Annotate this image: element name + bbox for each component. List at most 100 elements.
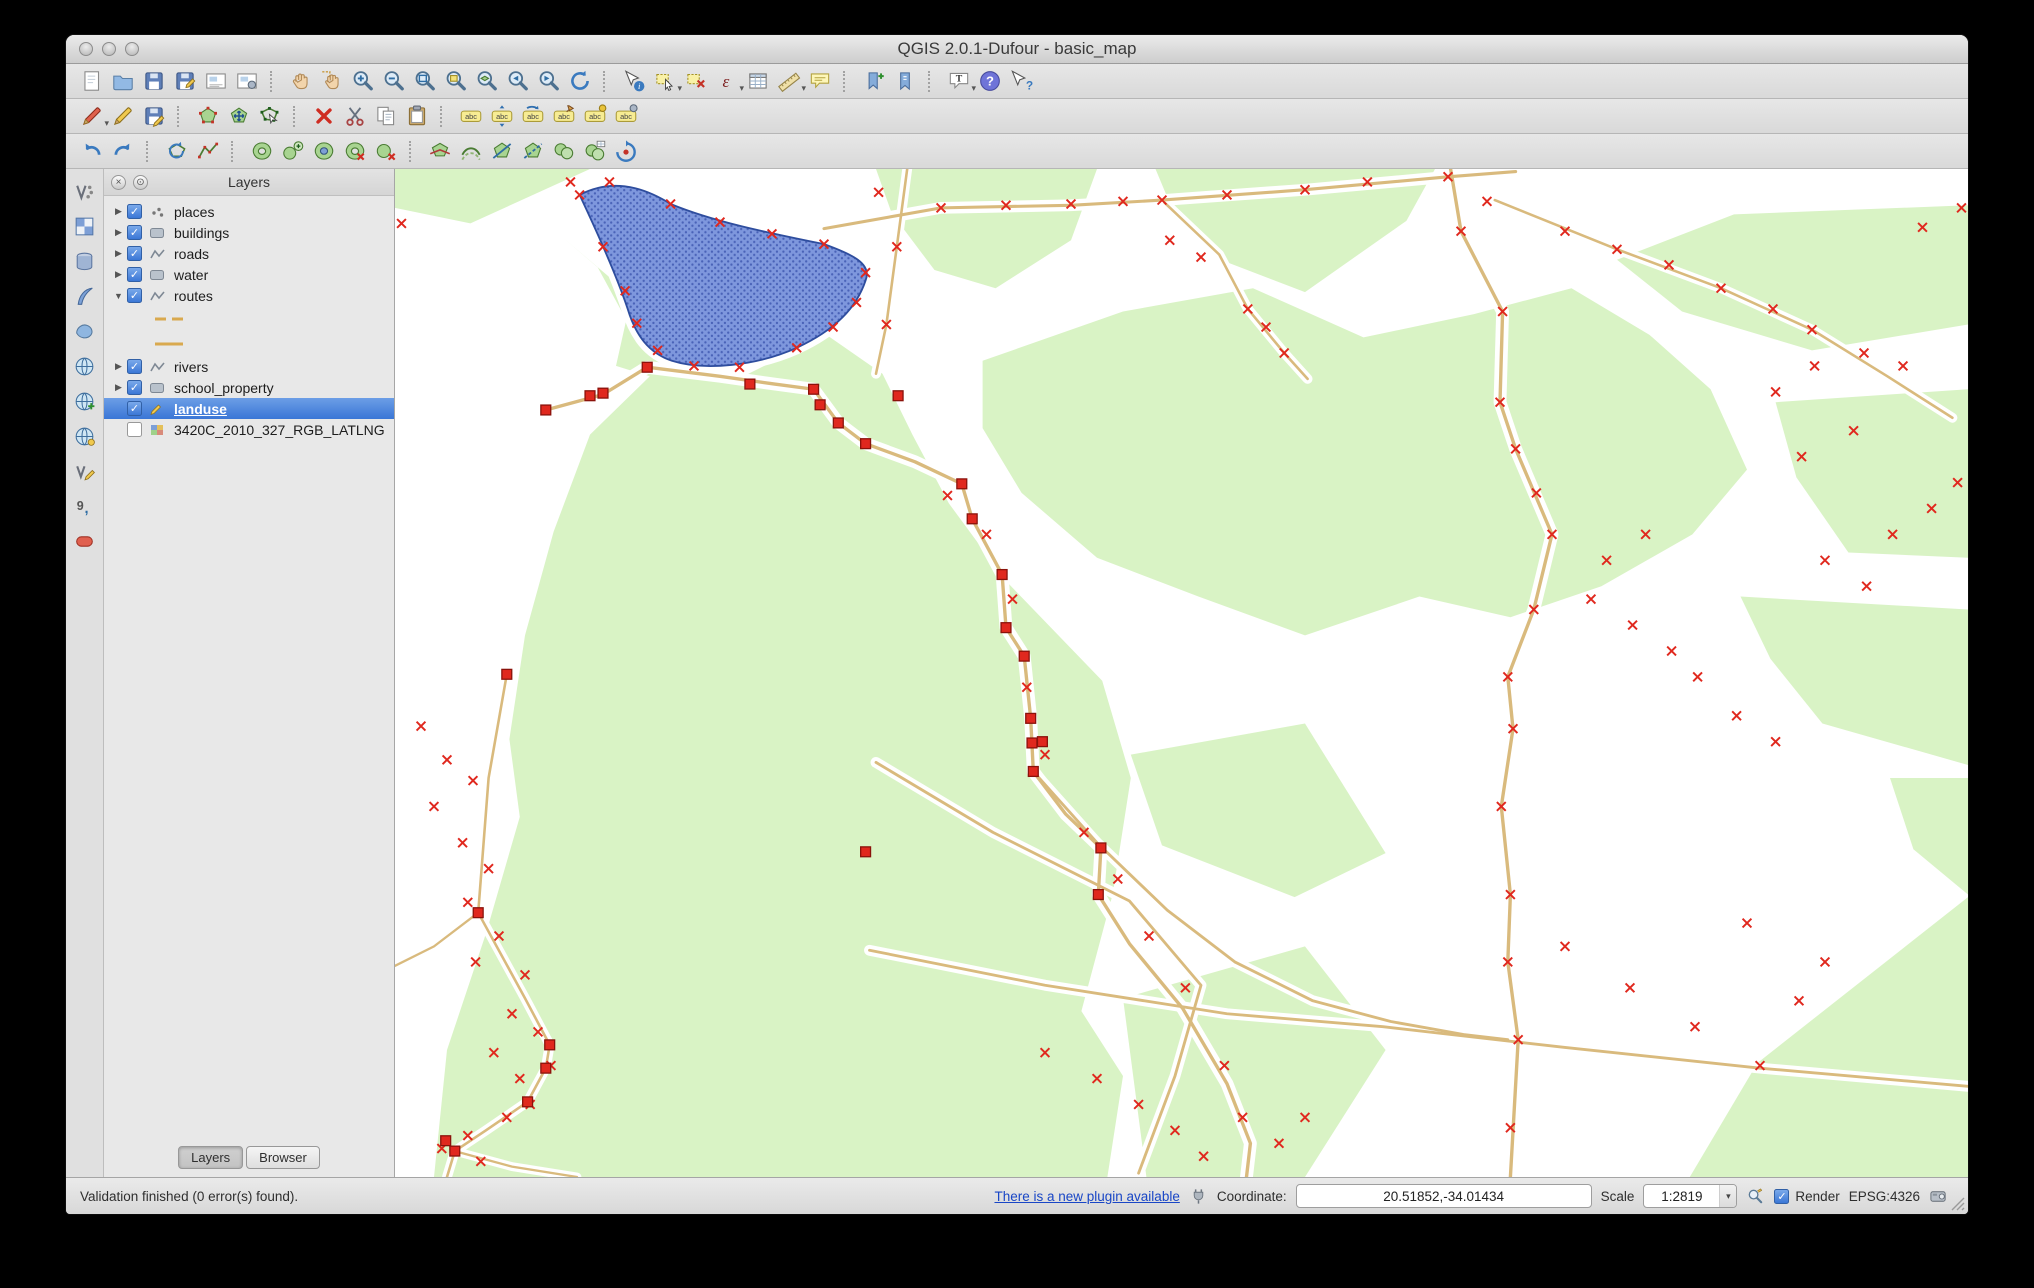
zoom-next-button[interactable] (533, 67, 564, 96)
delete-part-button[interactable] (370, 137, 401, 166)
layer-item-buildings[interactable]: ▶ ✓ buildings (104, 222, 394, 243)
zoom-button[interactable] (125, 42, 139, 56)
layer-visibility-checkbox[interactable]: ✓ (127, 288, 142, 303)
add-wms-layer-button[interactable] (70, 353, 100, 380)
label-rotate-button[interactable]: abc (517, 102, 548, 131)
layer-item-landuse[interactable]: ✓ landuse (104, 398, 394, 419)
expander-icon[interactable]: ▶ (110, 382, 127, 393)
add-delimited-text-layer-button[interactable]: 9, (70, 493, 100, 520)
zoom-out-button[interactable] (378, 67, 409, 96)
cut-features-button[interactable] (339, 102, 370, 131)
crs-status-icon[interactable] (1929, 1187, 1948, 1206)
add-vector-layer-button[interactable] (70, 178, 100, 205)
select-by-expression-button[interactable]: ε ▾ (711, 67, 744, 96)
identify-features-button[interactable]: i (618, 67, 649, 96)
layer-visibility-checkbox[interactable]: ✓ (127, 401, 142, 416)
layer-visibility-checkbox[interactable]: ✓ (127, 225, 142, 240)
expander-icon[interactable]: ▶ (110, 269, 127, 280)
zoom-to-selection-button[interactable] (440, 67, 471, 96)
layer-item-rivers[interactable]: ▶ ✓ rivers (104, 356, 394, 377)
plugin-icon[interactable] (1189, 1187, 1208, 1206)
zoom-to-layer-button[interactable] (471, 67, 502, 96)
rotate-features-button[interactable] (161, 137, 192, 166)
add-postgis-layer-button[interactable] (70, 248, 100, 275)
save-layer-edits-button[interactable] (138, 102, 169, 131)
open-project-button[interactable] (107, 67, 138, 96)
simplify-feature-button[interactable] (192, 137, 223, 166)
pan-map-button[interactable] (285, 67, 316, 96)
add-mssql-layer-button[interactable] (70, 318, 100, 345)
add-raster-layer-button[interactable] (70, 213, 100, 240)
toggle-editing-button[interactable] (107, 102, 138, 131)
new-project-button[interactable] (76, 67, 107, 96)
add-spatialite-layer-button[interactable] (70, 283, 100, 310)
reshape-features-button[interactable] (424, 137, 455, 166)
whats-this-button[interactable]: ? (1005, 67, 1036, 96)
layer-item-3420c-2010-327-rgb-latlng[interactable]: ✓ 3420C_2010_327_RGB_LATLNG (104, 419, 394, 440)
split-features-button[interactable] (486, 137, 517, 166)
layer-style-swatch[interactable] (104, 331, 394, 356)
plugin-link[interactable]: There is a new plugin available (994, 1189, 1179, 1204)
delete-selected-button[interactable] (308, 102, 339, 131)
move-feature-button[interactable] (223, 102, 254, 131)
expander-icon[interactable]: ▶ (110, 206, 127, 217)
layer-visibility-checkbox[interactable]: ✓ (127, 267, 142, 282)
redo-button[interactable] (107, 137, 138, 166)
open-attribute-table-button[interactable] (742, 67, 773, 96)
composer-manager-button[interactable] (231, 67, 262, 96)
add-feature-button[interactable] (192, 102, 223, 131)
expander-icon[interactable]: ▼ (110, 291, 127, 301)
rotate-point-symbols-button[interactable] (610, 137, 641, 166)
expander-icon[interactable]: ▶ (110, 227, 127, 238)
zoom-full-button[interactable] (409, 67, 440, 96)
paste-features-button[interactable] (401, 102, 432, 131)
merge-attributes-button[interactable] (579, 137, 610, 166)
minimize-button[interactable] (102, 42, 116, 56)
coordinate-input[interactable] (1295, 1184, 1592, 1208)
layer-item-roads[interactable]: ▶ ✓ roads (104, 243, 394, 264)
deselect-features-button[interactable] (680, 67, 711, 96)
save-project-as-button[interactable] (169, 67, 200, 96)
layer-visibility-checkbox[interactable]: ✓ (127, 359, 142, 374)
scale-combo[interactable]: 1:2819 ▾ (1643, 1184, 1738, 1208)
add-wfs-layer-button[interactable] (70, 423, 100, 450)
split-parts-button[interactable] (517, 137, 548, 166)
layer-item-water[interactable]: ▶ ✓ water (104, 264, 394, 285)
pan-to-selection-button[interactable] (316, 67, 347, 96)
label-move-button[interactable]: abc (486, 102, 517, 131)
layer-visibility-checkbox[interactable]: ✓ (127, 204, 142, 219)
refresh-map-button[interactable] (564, 67, 595, 96)
fill-ring-button[interactable] (308, 137, 339, 166)
expander-icon[interactable]: ▶ (110, 248, 127, 259)
layer-visibility-checkbox[interactable]: ✓ (127, 246, 142, 261)
layer-item-places[interactable]: ▶ ✓ places (104, 201, 394, 222)
scale-magnifier-icon[interactable] (1746, 1187, 1765, 1206)
tab-browser[interactable]: Browser (246, 1146, 320, 1169)
undo-button[interactable] (76, 137, 107, 166)
add-part-button[interactable] (277, 137, 308, 166)
render-checkbox[interactable]: ✓ Render (1774, 1188, 1840, 1204)
show-bookmarks-button[interactable] (889, 67, 920, 96)
chevron-down-icon[interactable]: ▾ (1719, 1185, 1737, 1207)
zoom-in-button[interactable] (347, 67, 378, 96)
title-bar[interactable]: QGIS 2.0.1-Dufour - basic_map (66, 35, 1968, 64)
expander-icon[interactable]: ▶ (110, 361, 127, 372)
add-ring-button[interactable] (246, 137, 277, 166)
label-pin-button[interactable]: abc (548, 102, 579, 131)
layer-style-swatch[interactable] (104, 306, 394, 331)
add-wcs-layer-button[interactable] (70, 388, 100, 415)
new-print-composer-button[interactable] (200, 67, 231, 96)
copy-features-button[interactable] (370, 102, 401, 131)
layer-visibility-checkbox[interactable]: ✓ (127, 380, 142, 395)
tab-layers[interactable]: Layers (178, 1146, 244, 1169)
layer-labeling-button[interactable]: abc (455, 102, 486, 131)
offset-curve-button[interactable] (455, 137, 486, 166)
merge-features-button[interactable] (548, 137, 579, 166)
help-button[interactable]: ? (974, 67, 1005, 96)
node-tool-button[interactable] (254, 102, 285, 131)
new-bookmark-button[interactable] (858, 67, 889, 96)
map-canvas[interactable] (395, 169, 1968, 1177)
save-project-button[interactable] (138, 67, 169, 96)
layer-item-school-property[interactable]: ▶ ✓ school_property (104, 377, 394, 398)
float-panel-button[interactable]: ⊙ (133, 174, 148, 190)
